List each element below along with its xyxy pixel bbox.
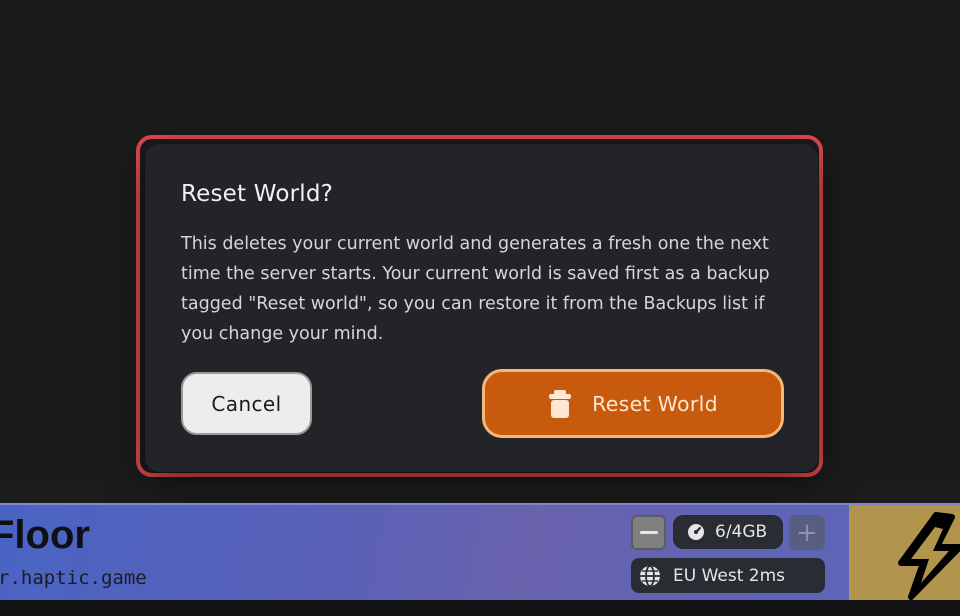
- region-chip[interactable]: EU West 2ms: [631, 558, 825, 593]
- lightning-icon: [898, 512, 960, 600]
- memory-value: 6/4GB: [715, 522, 768, 542]
- trash-icon: [548, 389, 572, 419]
- cancel-button-label: Cancel: [211, 391, 282, 416]
- server-address[interactable]: r.haptic.game: [0, 567, 147, 589]
- cancel-button[interactable]: Cancel: [181, 372, 312, 435]
- increase-memory-button[interactable]: +: [789, 515, 825, 550]
- memory-chip: 6/4GB: [673, 515, 783, 549]
- plus-icon: +: [796, 517, 818, 548]
- dialog-message: This deletes your current world and gene…: [181, 234, 770, 344]
- dialog-title: Reset World?: [181, 181, 334, 207]
- region-value: EU West 2ms: [673, 565, 786, 586]
- server-bar[interactable]: Floor r.haptic.game 6/4GB + EU West: [0, 503, 960, 600]
- decrease-memory-button[interactable]: [631, 515, 666, 550]
- bottom-strip: [0, 600, 960, 616]
- power-button[interactable]: [849, 505, 960, 600]
- reset-world-button-label: Reset World: [592, 391, 718, 416]
- reset-world-dialog: Reset World? This deletes your current w…: [145, 144, 818, 472]
- gauge-icon: [687, 523, 705, 541]
- minus-icon: [639, 531, 658, 534]
- server-name: Floor: [0, 513, 90, 557]
- globe-icon: [639, 564, 661, 587]
- reset-world-button[interactable]: Reset World: [482, 369, 784, 438]
